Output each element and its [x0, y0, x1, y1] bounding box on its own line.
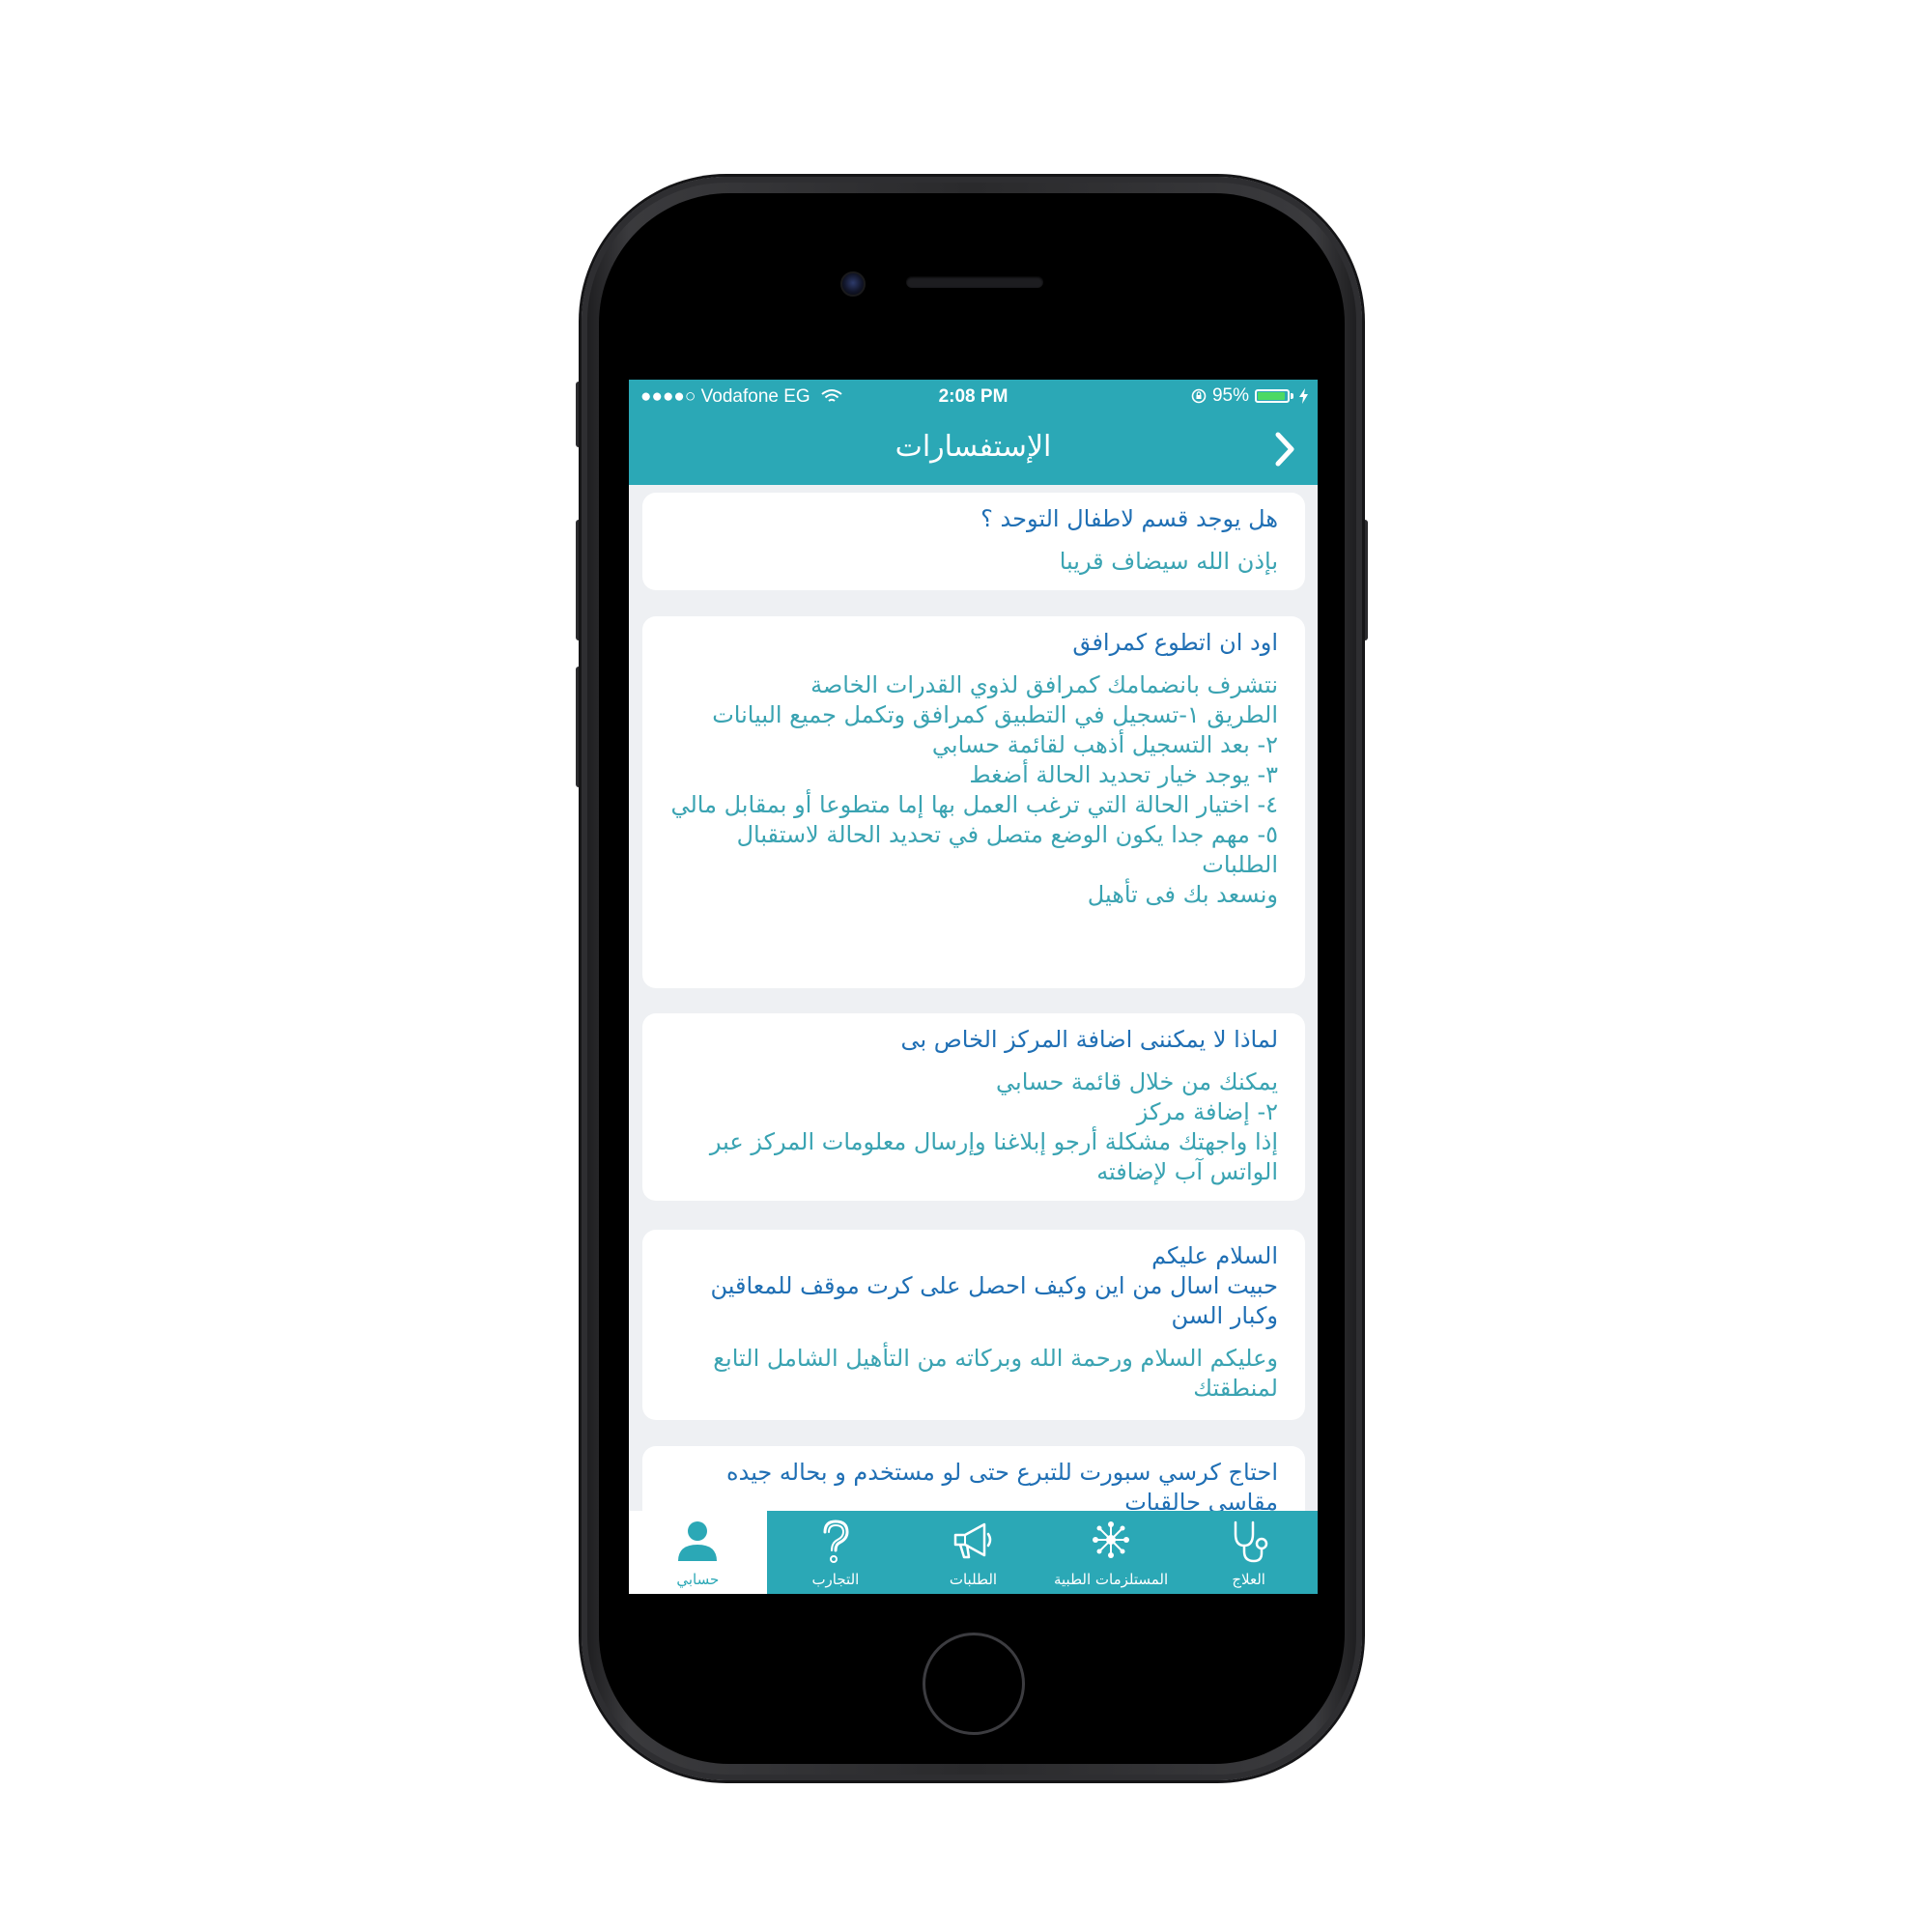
faq-question-line: حبيت اسال من اين وكيف احصل على كرت موقف …: [710, 1272, 1278, 1329]
faq-answer-line: ٢- بعد التسجيل أذهب لقائمة حسابي: [931, 731, 1278, 758]
phone-mockup: ●●●●○ Vodafone EG 2:08 PM 95% الإستفسارا…: [0, 0, 1932, 1932]
tab-label: المستلزمات الطبية: [1053, 1571, 1169, 1588]
tab-treatment[interactable]: العلاج: [1179, 1511, 1318, 1594]
tab-medical-supplies[interactable]: المستلزمات الطبية: [1042, 1511, 1180, 1594]
faq-question: اود ان اتطوع كمرافق: [1072, 629, 1278, 656]
chevron-right-icon[interactable]: [1269, 430, 1300, 469]
faq-question: لماذا لا يمكننى اضافة المركز الخاص بى: [900, 1026, 1278, 1053]
faq-card[interactable]: لماذا لا يمكننى اضافة المركز الخاص بى يم…: [642, 1013, 1305, 1201]
faq-question: هل يوجد قسم لاطفال التوحد ؟: [980, 505, 1278, 532]
faq-question-line: السلام عليكم: [1151, 1242, 1278, 1269]
faq-question: احتاج كرسي سبورت للتبرع حتى لو مستخدم و …: [726, 1459, 1278, 1511]
rotation-lock-icon: [1191, 388, 1207, 404]
battery-fill: [1258, 392, 1286, 400]
faq-answer-line: يمكنك من خلال قائمة حسابي: [996, 1068, 1278, 1095]
tab-account[interactable]: حسابي: [629, 1511, 767, 1594]
faq-answer-line: ٤- اختيار الحالة التي ترغب العمل بها إما…: [670, 791, 1278, 818]
faq-answer-line: نتشرف بانضمامك كمرافق لذوي القدرات الخاص…: [810, 671, 1278, 698]
status-bar: ●●●●○ Vodafone EG 2:08 PM 95%: [629, 380, 1318, 414]
megaphone-icon: [954, 1522, 992, 1559]
faq-card[interactable]: هل يوجد قسم لاطفال التوحد ؟ بإذن الله سي…: [642, 493, 1305, 590]
tab-label: العلاج: [1232, 1571, 1265, 1588]
faq-answer-line: الطريق ١-تسجيل في التطبيق كمرافق وتكمل ج…: [712, 701, 1278, 728]
battery-percent: 95%: [1211, 385, 1249, 406]
battery-cap: [1291, 393, 1293, 399]
page-title: الإستفسارات: [895, 430, 1052, 464]
faq-answer: وعليكم السلام ورحمة الله وبركاته من التأ…: [713, 1345, 1278, 1402]
charging-bolt-icon: [1299, 388, 1308, 404]
network-icon: [1093, 1521, 1130, 1558]
front-camera: [840, 271, 866, 297]
faq-list[interactable]: هل يوجد قسم لاطفال التوحد ؟ بإذن الله سي…: [629, 485, 1318, 1511]
faq-card[interactable]: اود ان اتطوع كمرافق نتشرف بانضمامك كمراف…: [642, 616, 1305, 988]
faq-answer-line: ونسعد بك فى تأهيل: [1087, 881, 1278, 908]
faq-answer-line: ٢- إضافة مركز: [1136, 1098, 1278, 1125]
faq-card[interactable]: السلام عليكم حبيت اسال من اين وكيف احصل …: [642, 1230, 1305, 1420]
earpiece-speaker: [906, 276, 1043, 288]
tab-requests[interactable]: الطلبات: [904, 1511, 1042, 1594]
tab-label: الطلبات: [949, 1571, 998, 1588]
faq-answer-line: ٣- يوجد خيار تحديد الحالة أضغط: [969, 761, 1278, 788]
user-icon: [678, 1521, 718, 1561]
stethoscope-icon: [1234, 1520, 1267, 1563]
tab-label: التجارب: [811, 1571, 860, 1588]
faq-card[interactable]: احتاج كرسي سبورت للتبرع حتى لو مستخدم و …: [642, 1446, 1305, 1511]
home-button[interactable]: [923, 1633, 1025, 1735]
faq-answer-line: إذا واجهتك مشكلة أرجو إبلاغنا وإرسال معل…: [709, 1128, 1278, 1185]
app-screen: ●●●●○ Vodafone EG 2:08 PM 95% الإستفسارا…: [629, 380, 1318, 1594]
navigation-bar: الإستفسارات: [629, 414, 1318, 485]
faq-answer-line: ٥- مهم جدا يكون الوضع متصل في تحديد الحا…: [736, 821, 1278, 878]
status-right: 95%: [1191, 385, 1308, 407]
tab-bar: حسابي التجارب الطلبات المستلزمات الطبية …: [629, 1511, 1318, 1594]
question-icon: [823, 1520, 849, 1563]
tab-experiences[interactable]: التجارب: [767, 1511, 905, 1594]
faq-answer: بإذن الله سيضاف قريبا: [1059, 548, 1278, 575]
tab-label: حسابي: [676, 1571, 720, 1588]
battery-icon: [1255, 389, 1290, 403]
